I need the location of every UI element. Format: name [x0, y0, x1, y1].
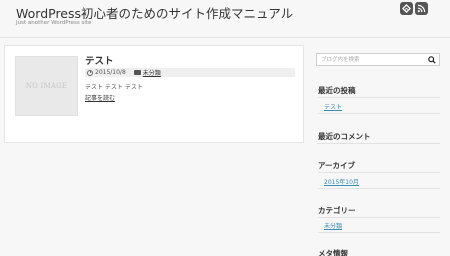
- post-date: 2015/10/8: [95, 69, 126, 76]
- search-input[interactable]: [317, 54, 427, 65]
- widget-divider: [318, 232, 440, 233]
- widget-divider: [318, 188, 440, 189]
- widget-title-meta: メタ情報: [318, 249, 348, 256]
- post-card: NO IMAGE テスト 2015/10/8 未分類 テスト テスト テスト 記…: [4, 45, 304, 143]
- widget-title-categories: カテゴリー: [318, 206, 356, 215]
- feedly-icon[interactable]: [400, 2, 413, 15]
- read-more-link[interactable]: 記事を読む: [85, 93, 115, 102]
- archive-link[interactable]: 2015年10月: [324, 177, 359, 186]
- post-excerpt: テスト テスト テスト: [85, 84, 143, 91]
- folder-icon: [133, 70, 141, 75]
- site-description: Just another WordPress site: [16, 20, 92, 26]
- widget-divider: [318, 97, 440, 98]
- search-icon[interactable]: [428, 56, 436, 64]
- header-icons: [400, 2, 428, 15]
- widget-divider: [318, 217, 440, 218]
- header-divider: [0, 37, 450, 38]
- sidebar-search: [316, 53, 440, 66]
- post-title[interactable]: テスト: [85, 53, 114, 67]
- widget-divider: [318, 143, 440, 144]
- widget-divider: [318, 172, 440, 173]
- category-link[interactable]: 未分類: [324, 221, 342, 230]
- widget-title-recent-comments: 最近のコメント: [318, 132, 371, 141]
- widget-divider: [318, 113, 440, 114]
- no-image-text: NO IMAGE: [25, 82, 68, 90]
- rss-icon[interactable]: [415, 2, 428, 15]
- widget-title-recent-posts: 最近の投稿: [318, 86, 356, 95]
- post-category-link[interactable]: 未分類: [143, 68, 161, 77]
- widget-title-archives: アーカイブ: [318, 161, 356, 170]
- clock-icon: [87, 69, 93, 76]
- post-meta: 2015/10/8 未分類: [85, 68, 295, 77]
- recent-post-link[interactable]: テスト: [324, 102, 342, 111]
- post-thumbnail[interactable]: NO IMAGE: [15, 56, 78, 116]
